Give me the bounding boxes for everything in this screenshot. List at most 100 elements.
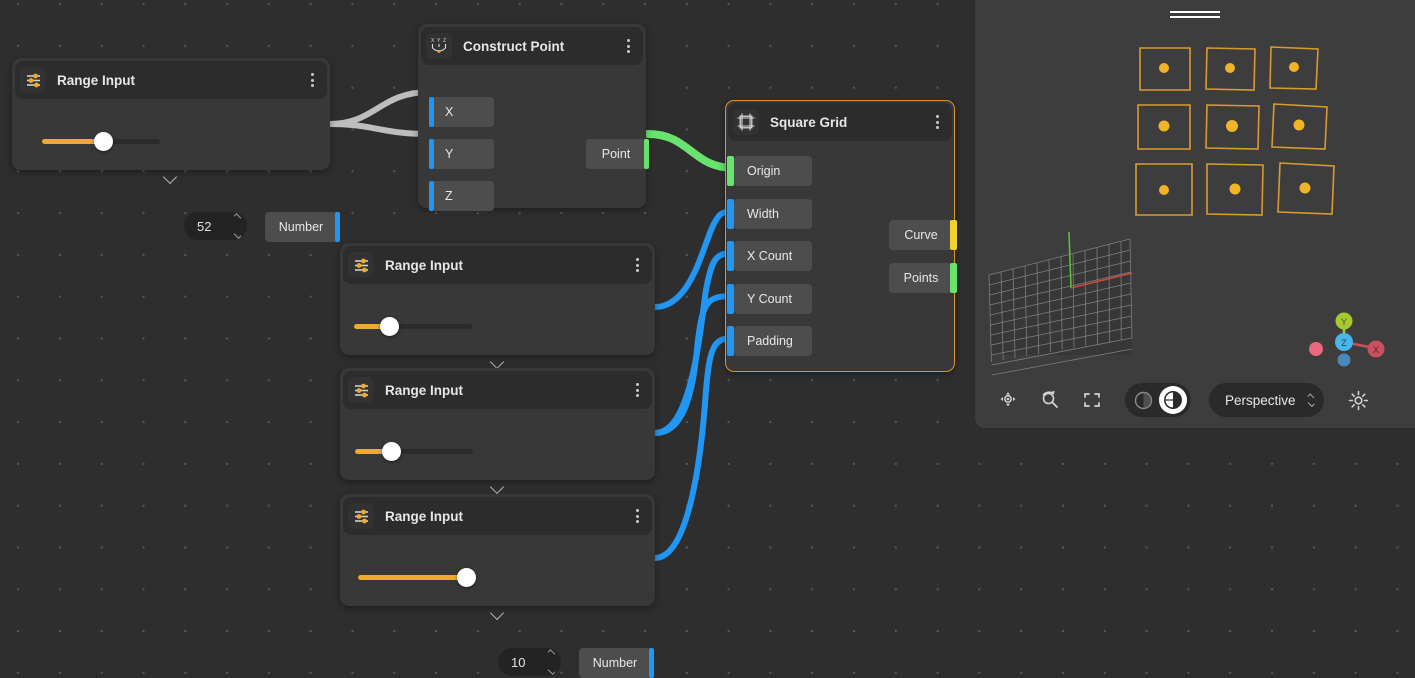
socket-pin[interactable] — [727, 199, 734, 229]
cable-range4-to-padding — [655, 338, 734, 558]
slider-knob[interactable] — [382, 442, 401, 461]
input-socket-x-count[interactable]: X Count — [734, 241, 812, 271]
output-socket-points[interactable]: Points — [889, 263, 953, 293]
socket-label: Y Count — [747, 292, 792, 306]
node-title: Range Input — [57, 73, 135, 88]
socket-pin[interactable] — [429, 181, 434, 211]
zoom-refresh-icon[interactable] — [1037, 387, 1063, 413]
value-field[interactable]: 10 — [498, 648, 561, 676]
input-socket-y-count[interactable]: Y Count — [734, 284, 812, 314]
slider-fill — [358, 575, 467, 580]
output-socket-number[interactable]: Number — [265, 212, 337, 242]
input-socket-width[interactable]: Width — [734, 199, 812, 229]
value-field[interactable]: 52 — [184, 212, 247, 240]
socket-pin[interactable] — [950, 220, 957, 250]
chevron-up-down-icon[interactable] — [1308, 395, 1314, 405]
stepper-arrows[interactable] — [548, 651, 555, 673]
input-socket-padding[interactable]: Padding — [734, 326, 812, 356]
square-grid-icon — [733, 109, 759, 135]
socket-label: Padding — [747, 334, 793, 348]
socket-pin[interactable] — [429, 97, 434, 127]
slider-knob[interactable] — [380, 317, 399, 336]
node-body: Origin Width X Count Y Count Padding — [726, 143, 954, 371]
node-title: Square Grid — [770, 115, 847, 130]
cable-range2-to-width — [655, 211, 734, 307]
output-socket-curve[interactable]: Curve — [889, 220, 953, 250]
chevron-down-icon[interactable] — [491, 608, 505, 616]
svg-text:Z: Z — [443, 38, 446, 44]
kebab-menu-icon[interactable] — [303, 69, 321, 91]
socket-label: Points — [904, 271, 939, 285]
chevron-down-icon[interactable] — [491, 482, 505, 490]
fit-frame-icon[interactable] — [1079, 387, 1105, 413]
value-text: 52 — [197, 219, 211, 234]
shading-shaded-icon[interactable] — [1159, 386, 1187, 414]
shading-mode-group[interactable] — [1125, 383, 1191, 417]
node-header[interactable]: Range Input — [343, 371, 652, 409]
cable-point-to-origin — [648, 134, 734, 168]
projection-dropdown[interactable]: Perspective — [1209, 383, 1324, 417]
viewport-panel[interactable]: Y X Z — [975, 0, 1415, 428]
input-socket-z[interactable]: Z — [432, 181, 494, 211]
node-square-grid[interactable]: Square Grid Origin Width X Count Y Count — [725, 100, 955, 372]
node-range-input-2[interactable]: Range Input 30 Number — [340, 243, 655, 355]
socket-pin[interactable] — [335, 212, 340, 242]
viewport-toolbar[interactable]: Perspective — [975, 372, 1415, 428]
svg-text:X: X — [431, 38, 435, 44]
range-slider[interactable] — [358, 575, 476, 580]
node-range-input-4[interactable]: Range Input 10 Number — [340, 494, 655, 606]
chevron-down-icon[interactable] — [164, 172, 178, 180]
offscreen-object-edge — [1170, 12, 1220, 17]
node-header[interactable]: X Y Z Construct Point — [421, 27, 643, 65]
socket-pin[interactable] — [727, 241, 734, 271]
slider-knob[interactable] — [457, 568, 476, 587]
range-slider[interactable] — [42, 139, 160, 144]
gear-icon[interactable] — [1346, 387, 1372, 413]
kebab-menu-icon[interactable] — [628, 505, 646, 527]
svg-text:Y: Y — [437, 38, 441, 44]
node-range-input-1[interactable]: Range Input 52 Number — [12, 58, 330, 170]
node-title: Range Input — [385, 258, 463, 273]
kebab-menu-icon[interactable] — [619, 35, 637, 57]
stepper-arrows[interactable] — [234, 215, 241, 237]
svg-text:X: X — [1373, 345, 1379, 355]
socket-pin[interactable] — [644, 139, 649, 169]
node-construct-point[interactable]: X Y Z Construct Point X — [418, 24, 646, 208]
node-range-input-3[interactable]: Range Input 3 Number — [340, 368, 655, 480]
kebab-menu-icon[interactable] — [628, 254, 646, 276]
output-socket-point[interactable]: Point — [586, 139, 646, 169]
output-socket-number[interactable]: Number — [579, 648, 651, 678]
socket-pin[interactable] — [649, 648, 654, 678]
xyz-point-icon: X Y Z — [426, 33, 452, 59]
axis-gizmo[interactable]: Y X Z — [1296, 308, 1392, 372]
axis-neg-x-handle — [1309, 342, 1323, 356]
input-socket-y[interactable]: Y — [432, 139, 494, 169]
range-slider[interactable] — [354, 324, 472, 329]
input-socket-x[interactable]: X — [432, 97, 494, 127]
node-header[interactable]: Range Input — [343, 497, 652, 535]
slider-knob[interactable] — [94, 132, 113, 151]
kebab-menu-icon[interactable] — [928, 111, 946, 133]
cable-range3-to-xcount — [655, 253, 734, 433]
node-title: Range Input — [385, 509, 463, 524]
socket-pin[interactable] — [429, 139, 434, 169]
cable-range1-to-y — [330, 124, 430, 134]
node-header[interactable]: Range Input — [343, 246, 652, 284]
node-header[interactable]: Square Grid — [728, 103, 952, 141]
kebab-menu-icon[interactable] — [628, 379, 646, 401]
socket-label: Y — [445, 147, 453, 161]
shading-wireframe-icon[interactable] — [1129, 386, 1157, 414]
node-header[interactable]: Range Input — [15, 61, 327, 99]
range-slider[interactable] — [355, 449, 473, 454]
socket-pin[interactable] — [727, 326, 734, 356]
cable-range3-to-ycount — [655, 296, 734, 433]
chevron-down-icon[interactable] — [491, 357, 505, 365]
axis-neg-y-handle — [1338, 354, 1351, 367]
svg-text:Z: Z — [1341, 338, 1347, 348]
orbit-icon[interactable] — [995, 387, 1021, 413]
socket-pin[interactable] — [950, 263, 957, 293]
node-body: 52 Number — [12, 102, 330, 184]
socket-pin[interactable] — [727, 156, 734, 186]
input-socket-origin[interactable]: Origin — [734, 156, 812, 186]
socket-pin[interactable] — [727, 284, 734, 314]
